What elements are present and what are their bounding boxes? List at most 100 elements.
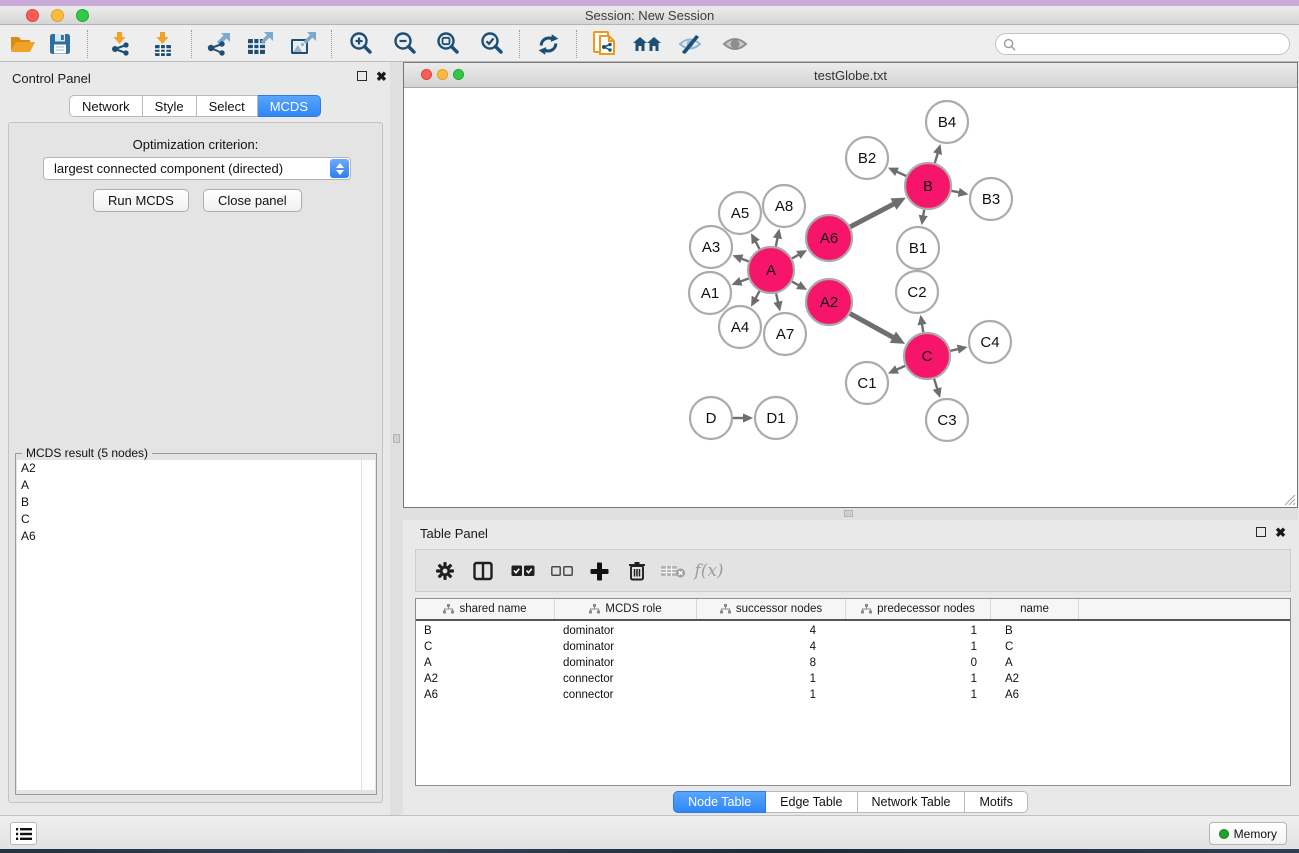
close-panel-icon[interactable]: ✖ xyxy=(376,72,387,82)
edge-A2-C[interactable] xyxy=(850,314,895,339)
column-header-name[interactable]: name xyxy=(991,599,1079,619)
table-tabs: Node TableEdge TableNetwork TableMotifs xyxy=(403,791,1298,813)
hide-graphics-details-button[interactable] xyxy=(672,29,708,59)
zoom-view-button[interactable] xyxy=(453,69,464,80)
mcds-result-list[interactable]: A2ABCA6 xyxy=(17,460,361,790)
float-panel-icon[interactable] xyxy=(357,71,367,81)
zoom-window-button[interactable] xyxy=(76,9,89,22)
column-header-successor-nodes[interactable]: successor nodes xyxy=(697,599,846,619)
save-session-button[interactable] xyxy=(42,29,78,59)
table-cell: 8 xyxy=(697,655,846,671)
table-row[interactable]: A2connector11A2 xyxy=(416,671,1290,687)
tab-mcds[interactable]: MCDS xyxy=(258,95,321,117)
node-label-B: B xyxy=(923,178,933,195)
delete-column-button[interactable] xyxy=(622,557,652,585)
table-row[interactable]: Bdominator41B xyxy=(416,623,1290,639)
minimize-window-button[interactable] xyxy=(51,9,64,22)
criterion-select[interactable]: largest connected component (directed) xyxy=(43,157,351,180)
horizontal-splitter[interactable] xyxy=(403,508,1298,520)
network-window-titlebar[interactable]: testGlobe.txt xyxy=(404,63,1297,88)
export-table-icon xyxy=(246,31,274,57)
splitter-grip[interactable] xyxy=(393,434,400,443)
node-label-B1: B1 xyxy=(909,240,927,257)
tab-network-table[interactable]: Network Table xyxy=(858,791,966,813)
select-all-columns-button[interactable] xyxy=(508,557,538,585)
table-cell: A xyxy=(416,655,555,671)
table-row[interactable]: Cdominator41C xyxy=(416,639,1290,655)
zoom-fit-button[interactable] xyxy=(430,29,466,59)
table-body: Bdominator41BCdominator41CAdominator80AA… xyxy=(416,623,1290,703)
edge-A6-B[interactable] xyxy=(850,203,895,227)
node-label-A8: A8 xyxy=(775,198,793,215)
zoom-selected-button[interactable] xyxy=(474,29,510,59)
export-image-button[interactable] xyxy=(285,29,321,59)
column-browser-button[interactable] xyxy=(468,557,498,585)
search-icon xyxy=(1003,38,1016,51)
node-table[interactable]: shared nameMCDS rolesuccessor nodesprede… xyxy=(415,598,1291,786)
table-cell: B xyxy=(991,623,1079,639)
tab-node-table[interactable]: Node Table xyxy=(673,791,766,813)
column-header-MCDS-role[interactable]: MCDS role xyxy=(555,599,697,619)
add-column-button[interactable] xyxy=(584,557,614,585)
result-item[interactable]: C xyxy=(17,511,361,528)
export-network-icon xyxy=(205,31,232,57)
first-neighbors-button[interactable] xyxy=(629,29,665,59)
node-label-C4: C4 xyxy=(980,334,999,351)
column-header-filler xyxy=(1079,599,1290,619)
network-graph-canvas[interactable]: B4B2BB3A8A5A6A3B1AA1C2A2A4A7C4CC1C3DD1 xyxy=(404,89,1297,507)
close-window-button[interactable] xyxy=(26,9,39,22)
import-table-button[interactable] xyxy=(145,29,181,59)
table-cell: A2 xyxy=(991,671,1079,687)
tab-select[interactable]: Select xyxy=(197,95,258,117)
network-search-box[interactable] xyxy=(995,33,1290,55)
node-label-C2: C2 xyxy=(907,284,926,301)
zoom-in-button[interactable] xyxy=(343,29,379,59)
result-scrollbar[interactable] xyxy=(361,460,375,790)
show-graphics-details-button[interactable] xyxy=(717,29,753,59)
tab-style[interactable]: Style xyxy=(143,95,197,117)
result-item[interactable]: A2 xyxy=(17,460,361,477)
run-mcds-button[interactable]: Run MCDS xyxy=(93,189,189,212)
tab-network[interactable]: Network xyxy=(69,95,143,117)
tab-edge-table[interactable]: Edge Table xyxy=(766,791,857,813)
column-header-predecessor-nodes[interactable]: predecessor nodes xyxy=(846,599,991,619)
select-stepper-icon xyxy=(330,159,349,178)
tab-motifs[interactable]: Motifs xyxy=(965,791,1027,813)
node-label-A7: A7 xyxy=(776,326,794,343)
zoom-out-button[interactable] xyxy=(387,29,423,59)
column-header-shared-name[interactable]: shared name xyxy=(416,599,555,619)
clone-network-button[interactable] xyxy=(587,29,623,59)
minimize-view-button[interactable] xyxy=(437,69,448,80)
splitter-grip[interactable] xyxy=(844,510,853,517)
deselect-all-columns-button[interactable] xyxy=(547,557,577,585)
hide-graphics-details-icon xyxy=(676,32,704,56)
close-panel-button[interactable]: Close panel xyxy=(203,189,302,212)
node-label-D: D xyxy=(706,410,717,427)
search-input[interactable] xyxy=(1020,35,1280,53)
arrowhead-icon xyxy=(732,255,743,264)
resize-grip-icon[interactable] xyxy=(1282,492,1296,506)
close-panel-icon[interactable]: ✖ xyxy=(1275,528,1286,538)
memory-button[interactable]: Memory xyxy=(1209,822,1287,845)
table-cell: A6 xyxy=(991,687,1079,703)
result-item[interactable]: A6 xyxy=(17,528,361,545)
function-builder-button[interactable]: f(x) xyxy=(694,557,724,585)
gear-button[interactable] xyxy=(430,557,460,585)
import-network-button[interactable] xyxy=(102,29,138,59)
export-network-button[interactable] xyxy=(200,29,236,59)
result-item[interactable]: B xyxy=(17,494,361,511)
table-row[interactable]: A6connector11A6 xyxy=(416,687,1290,703)
refresh-view-button[interactable] xyxy=(530,29,566,59)
table-row[interactable]: Adominator80A xyxy=(416,655,1290,671)
close-view-button[interactable] xyxy=(421,69,432,80)
result-item[interactable]: A xyxy=(17,477,361,494)
float-panel-icon[interactable] xyxy=(1256,527,1266,537)
task-history-button[interactable] xyxy=(10,822,37,845)
select-all-columns-icon xyxy=(511,565,535,577)
vertical-splitter[interactable] xyxy=(390,62,403,815)
table-header: shared nameMCDS rolesuccessor nodesprede… xyxy=(416,599,1290,621)
open-session-button[interactable] xyxy=(4,29,40,59)
node-label-C3: C3 xyxy=(937,412,956,429)
export-table-button[interactable] xyxy=(242,29,278,59)
delete-table-button[interactable] xyxy=(658,557,688,585)
